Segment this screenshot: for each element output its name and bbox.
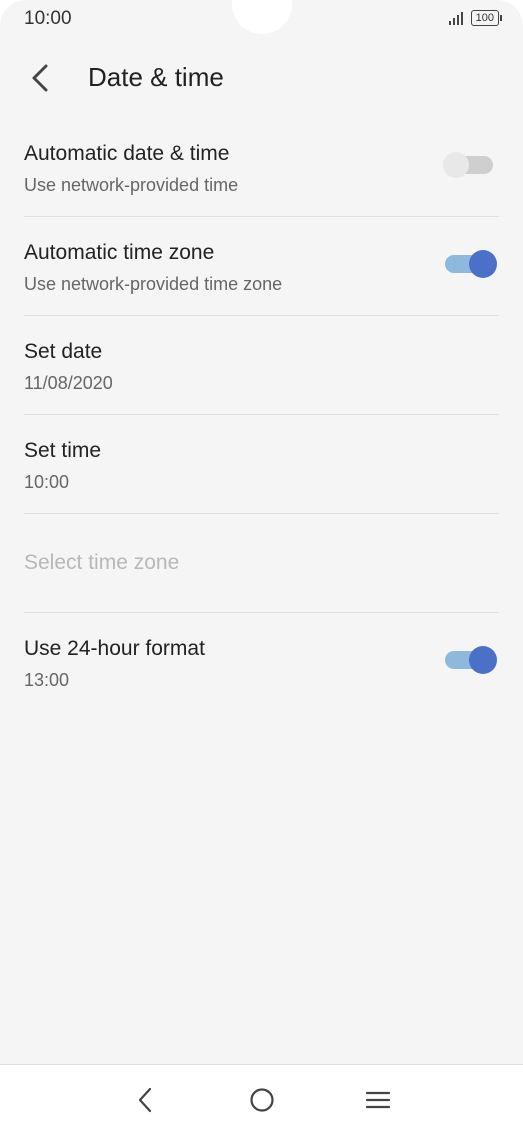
status-icons: 100: [448, 10, 503, 26]
setting-title: Set time: [24, 439, 102, 462]
page-title: Date & time: [88, 62, 224, 92]
nav-home-icon: [250, 1088, 274, 1112]
setting-select-time-zone: Select time zone: [24, 514, 499, 613]
toggle-thumb: [469, 250, 497, 278]
setting-set-date[interactable]: Set date 11/08/2020: [24, 316, 499, 415]
nav-back-icon: [138, 1087, 152, 1113]
setting-subtitle: 13:00: [24, 670, 70, 690]
setting-title: Select time zone: [24, 551, 180, 574]
nav-home-button[interactable]: [247, 1085, 277, 1115]
toggle-thumb: [469, 646, 497, 674]
setting-automatic-time-zone[interactable]: Automatic time zone Use network-provided…: [24, 217, 499, 316]
signal-icon: [448, 11, 463, 25]
use-24-hour-format-toggle[interactable]: [443, 645, 497, 675]
settings-list: Automatic date & time Use network-provid…: [0, 118, 523, 711]
setting-set-time[interactable]: Set time 10:00: [24, 415, 499, 514]
app-header: Date & time: [0, 56, 523, 100]
setting-title: Set date: [24, 340, 103, 363]
nav-back-button[interactable]: [131, 1085, 161, 1115]
nav-menu-icon: [365, 1091, 391, 1109]
setting-subtitle: 10:00: [24, 472, 70, 492]
nav-menu-button[interactable]: [363, 1085, 393, 1115]
setting-title: Automatic date & time: [24, 142, 230, 165]
screen: 10:00 100 Date & time Automatic date & t…: [0, 0, 523, 1064]
setting-automatic-date-time[interactable]: Automatic date & time Use network-provid…: [24, 118, 499, 217]
toggle-thumb: [443, 152, 469, 178]
chevron-left-icon: [32, 64, 48, 92]
setting-subtitle: Use network-provided time: [24, 175, 239, 195]
setting-subtitle: Use network-provided time zone: [24, 274, 283, 294]
setting-title: Use 24-hour format: [24, 637, 205, 660]
setting-title: Automatic time zone: [24, 241, 215, 264]
automatic-date-time-toggle[interactable]: [443, 150, 497, 180]
setting-subtitle: 11/08/2020: [24, 373, 113, 393]
camera-notch: [232, 0, 292, 34]
setting-use-24-hour-format[interactable]: Use 24-hour format 13:00: [24, 613, 499, 711]
navigation-bar: [0, 1064, 523, 1135]
automatic-time-zone-toggle[interactable]: [443, 249, 497, 279]
status-time: 10:00: [24, 8, 72, 29]
battery-icon: 100: [470, 10, 503, 26]
back-button[interactable]: [24, 60, 60, 96]
